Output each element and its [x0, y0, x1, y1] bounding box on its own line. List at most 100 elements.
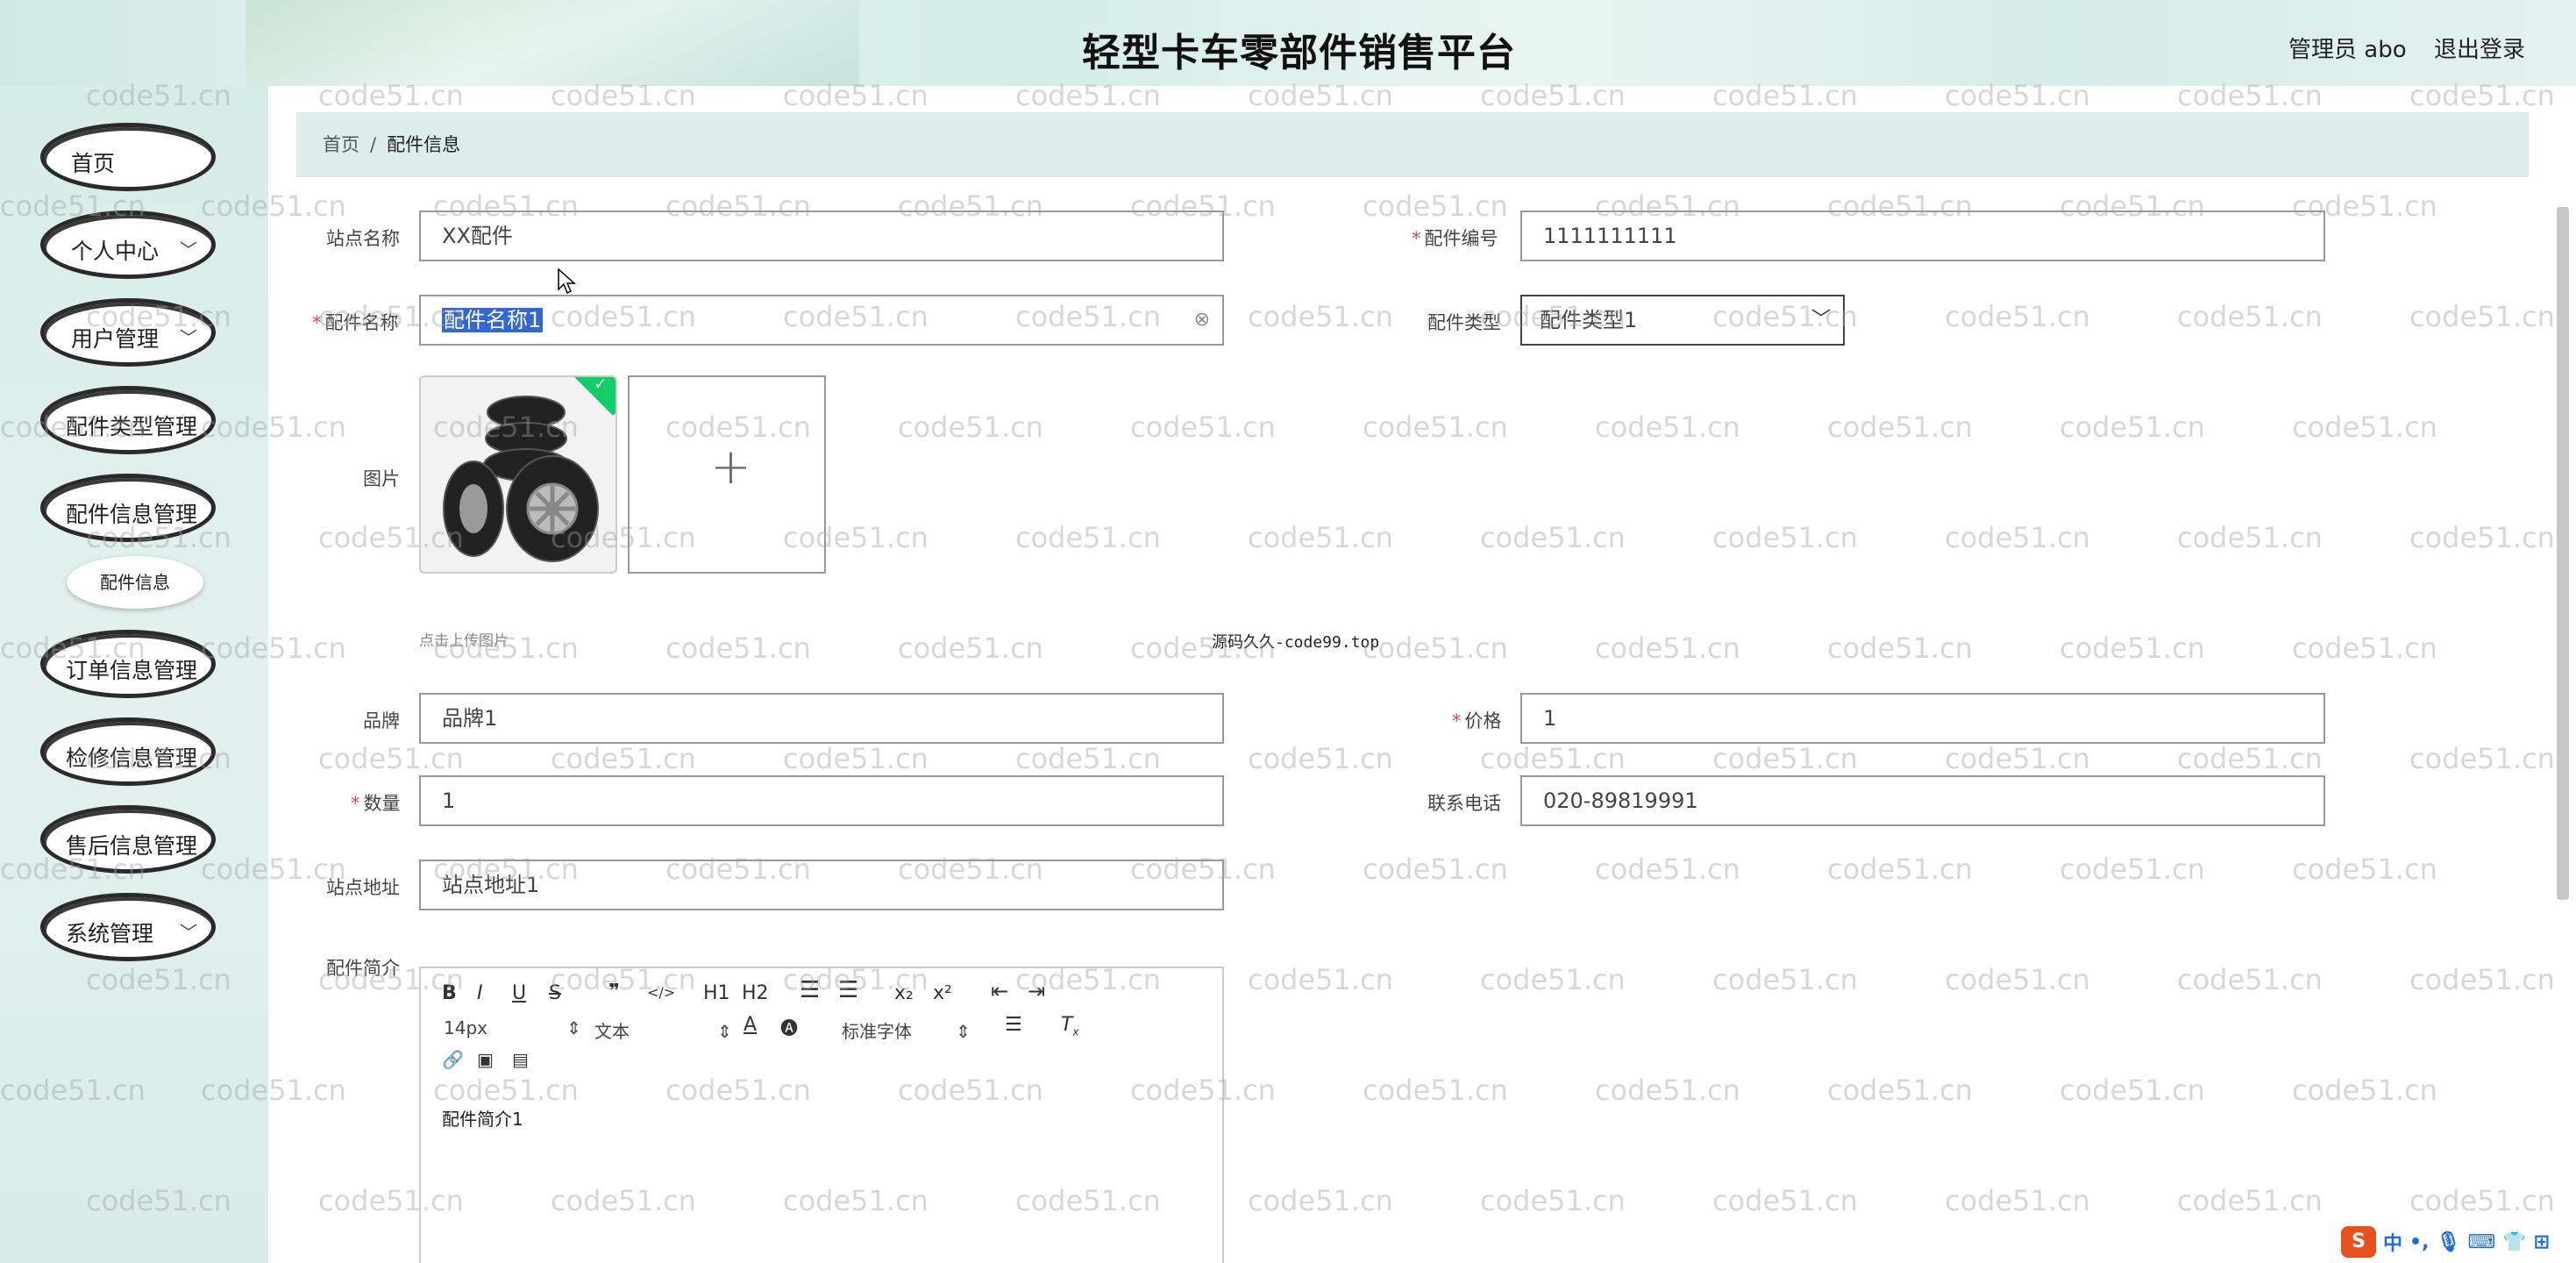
- strike-button[interactable]: S: [549, 982, 561, 1004]
- watermark-text: code51.cn: [2292, 1074, 2437, 1107]
- background-color-icon[interactable]: 🅐: [780, 1014, 798, 1039]
- font-color-icon[interactable]: A: [744, 1014, 757, 1036]
- sidebar-item-home[interactable]: 首页: [40, 123, 216, 191]
- watermark-text: code51.cn: [2292, 410, 2437, 444]
- clear-format-icon[interactable]: Tx: [1061, 1014, 1079, 1038]
- breadcrumb-home[interactable]: 首页: [323, 134, 359, 155]
- plus-icon: +: [710, 439, 751, 496]
- watermark-text: code51.cn: [1595, 853, 1740, 886]
- watermark-text: code51.cn: [2292, 632, 2437, 665]
- chevron-down-icon: ﹀: [180, 922, 197, 943]
- watermark-text: code51.cn: [1827, 1074, 1973, 1107]
- watermark-text: code51.cn: [1595, 632, 1740, 665]
- quote-icon[interactable]: ❞: [608, 981, 620, 1003]
- sidebar-item-repair-management[interactable]: 检修信息管理: [40, 717, 216, 786]
- outdent-icon[interactable]: ⇤: [991, 979, 1008, 1003]
- superscript-button[interactable]: x²: [933, 982, 952, 1004]
- video-icon[interactable]: ▤: [512, 1049, 529, 1070]
- align-icon[interactable]: ☰: [1005, 1014, 1022, 1036]
- punctuation-icon[interactable]: •,: [2409, 1231, 2429, 1253]
- sidebar-subitem-part-info[interactable]: 配件信息: [67, 556, 203, 609]
- chevron-down-icon: ﹀: [1811, 309, 1831, 331]
- chevron-updown-icon: ⇕: [956, 1021, 971, 1042]
- watermark-text: code51.cn: [1945, 300, 2090, 333]
- app-title: 轻型卡车零部件销售平台: [1082, 31, 1516, 75]
- phone-input[interactable]: 020-89819991: [1520, 775, 2325, 826]
- watermark-text: code51.cn: [2177, 300, 2323, 333]
- h2-button[interactable]: H2: [742, 982, 769, 1004]
- bullet-list-icon[interactable]: ☰: [838, 977, 858, 1003]
- header-select[interactable]: 文本 ⇕: [594, 1017, 732, 1043]
- sidebar-item-label: 配件信息管理: [66, 502, 198, 527]
- site-address-input[interactable]: 站点地址1: [419, 860, 1224, 910]
- watermark-text: code51.cn: [1827, 853, 1973, 886]
- editor-content[interactable]: 配件简介1: [442, 1105, 523, 1131]
- part-name-label: * 配件名称: [312, 312, 399, 333]
- image-icon[interactable]: ▣: [477, 1049, 494, 1070]
- link-icon[interactable]: 🔗: [442, 1049, 464, 1070]
- bold-button[interactable]: B: [442, 982, 457, 1004]
- ordered-list-icon[interactable]: ☰: [800, 977, 820, 1003]
- price-input[interactable]: 1: [1520, 693, 2325, 744]
- scrollbar[interactable]: [2557, 207, 2569, 900]
- watermark-text: code51.cn: [1363, 853, 1508, 886]
- underline-button[interactable]: U: [512, 982, 526, 1004]
- skin-icon[interactable]: 👕: [2502, 1231, 2526, 1253]
- part-type-label: 配件类型: [1427, 312, 1501, 333]
- sidebar-item-aftersale-management[interactable]: 售后信息管理: [40, 805, 216, 874]
- microphone-icon[interactable]: 🎙: [2436, 1231, 2460, 1253]
- intro-label: 配件简介: [326, 958, 400, 979]
- sidebar-item-system-management[interactable]: 系统管理 ﹀: [40, 893, 216, 961]
- upload-add-button[interactable]: +: [628, 375, 826, 574]
- watermark-text: code51.cn: [1945, 742, 2090, 775]
- font-family-select[interactable]: 标准字体 ⇕: [842, 1017, 971, 1043]
- image-label: 图片: [363, 468, 400, 489]
- clear-icon[interactable]: ⊗: [1194, 296, 1210, 344]
- sidebar-item-part-type-management[interactable]: 配件类型管理: [40, 386, 216, 454]
- watermark-text: code51.cn: [783, 742, 929, 775]
- watermark-text: code51.cn: [1363, 632, 1508, 665]
- tires-image: [421, 377, 616, 572]
- sidebar-item-label: 订单信息管理: [66, 658, 198, 683]
- ime-mode[interactable]: 中: [2383, 1228, 2402, 1256]
- required-mark: *: [351, 793, 360, 814]
- watermark-text: code51.cn: [2409, 521, 2555, 554]
- sidebar-item-order-management[interactable]: 订单信息管理: [40, 630, 216, 698]
- required-mark: *: [1412, 228, 1421, 249]
- rich-text-editor[interactable]: B I U S ❞ </> H1 H2 ☰ ☰ x₂ x² ⇤ ⇥ 14px ⇕ …: [419, 967, 1224, 1263]
- watermark-text: code51.cn: [1595, 1074, 1740, 1107]
- sidebar-item-user-management[interactable]: 用户管理 ﹀: [40, 298, 216, 367]
- watermark-text: code51.cn: [1595, 410, 1740, 444]
- breadcrumb-current: 配件信息: [387, 134, 461, 155]
- sidebar-item-personal-center[interactable]: 个人中心 ﹀: [40, 210, 216, 279]
- watermark-text: code51.cn: [1015, 521, 1161, 554]
- code-icon[interactable]: </>: [647, 984, 675, 1001]
- watermark-text: code51.cn: [1248, 742, 1393, 775]
- keyboard-icon[interactable]: ⌨: [2467, 1231, 2495, 1253]
- brand-input[interactable]: 品牌1: [419, 693, 1224, 744]
- grid-icon[interactable]: ⊞: [2534, 1231, 2550, 1253]
- site-name-input[interactable]: XX配件: [419, 210, 1224, 261]
- uploaded-image[interactable]: ✓: [419, 375, 617, 574]
- current-user: 管理员 abo: [2288, 37, 2407, 63]
- app-header: 轻型卡车零部件销售平台 管理员 abo 退出登录: [0, 0, 2576, 86]
- sidebar-item-label: 售后信息管理: [66, 833, 198, 859]
- watermark-text: code51.cn: [1248, 1184, 1393, 1217]
- part-no-input[interactable]: 1111111111: [1520, 210, 2325, 261]
- indent-icon[interactable]: ⇥: [1028, 979, 1045, 1003]
- subscript-button[interactable]: x₂: [894, 982, 914, 1004]
- watermark-text: code51.cn: [318, 742, 464, 775]
- watermark-text: code51.cn: [2409, 742, 2555, 775]
- logout-link[interactable]: 退出登录: [2434, 32, 2525, 64]
- italic-button[interactable]: I: [477, 982, 483, 1004]
- font-size-select[interactable]: 14px ⇕: [444, 1017, 581, 1038]
- watermark-text: code51.cn: [1945, 963, 2090, 996]
- quantity-input[interactable]: 1: [419, 775, 1224, 826]
- watermark-text: code51.cn: [2177, 742, 2323, 775]
- h1-button[interactable]: H1: [703, 982, 730, 1004]
- part-name-input[interactable]: 配件名称1 ⊗: [419, 295, 1224, 346]
- sidebar-item-part-info-management[interactable]: 配件信息管理: [40, 474, 216, 542]
- part-type-select[interactable]: 配件类型1 ﹀: [1520, 295, 1845, 346]
- watermark-text: code51.cn: [2177, 1184, 2323, 1217]
- ime-toolbar[interactable]: S 中 •, 🎙 ⌨ 👕 ⊞: [2341, 1226, 2550, 1258]
